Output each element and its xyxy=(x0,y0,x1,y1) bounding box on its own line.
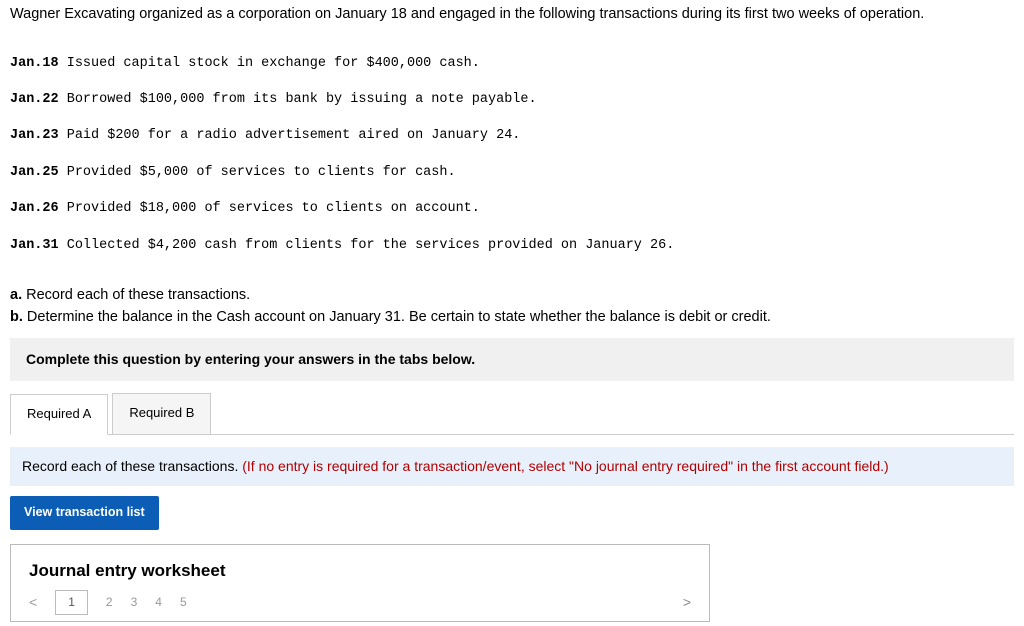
pager-page-3[interactable]: 3 xyxy=(131,594,138,611)
problem-intro: Wagner Excavating organized as a corpora… xyxy=(10,4,1014,24)
answer-panel: Complete this question by entering your … xyxy=(10,338,1014,622)
tx-row: Jan.31 Collected $4,200 cash from client… xyxy=(10,237,1014,255)
req-b-text: Determine the balance in the Cash accoun… xyxy=(27,309,771,325)
tx-date: Jan.23 xyxy=(10,128,59,143)
pager-prev-icon[interactable]: < xyxy=(29,593,37,613)
tabs-row: Required A Required B xyxy=(10,393,1014,434)
tx-date: Jan.18 xyxy=(10,56,59,71)
instruction-note: (If no entry is required for a transacti… xyxy=(242,458,888,474)
requirement-a: a. Record each of these transactions. xyxy=(10,285,1014,305)
tab-required-b[interactable]: Required B xyxy=(112,393,211,433)
worksheet-pager: < 1 2 3 4 5 > xyxy=(29,590,691,615)
tx-row: Jan.18 Issued capital stock in exchange … xyxy=(10,55,1014,73)
tab-required-a[interactable]: Required A xyxy=(10,394,108,434)
tx-row: Jan.26 Provided $18,000 of services to c… xyxy=(10,200,1014,218)
tx-text: Collected $4,200 cash from clients for t… xyxy=(67,238,675,253)
tx-date: Jan.22 xyxy=(10,92,59,107)
pager-page-2[interactable]: 2 xyxy=(106,594,113,611)
tx-text: Provided $18,000 of services to clients … xyxy=(67,201,480,216)
req-a-label: a. xyxy=(10,287,22,303)
pager-page-4[interactable]: 4 xyxy=(155,594,162,611)
tx-text: Issued capital stock in exchange for $40… xyxy=(67,56,480,71)
tx-date: Jan.25 xyxy=(10,165,59,180)
panel-prompt: Complete this question by entering your … xyxy=(10,338,1014,382)
instruction-plain: Record each of these transactions. xyxy=(22,458,242,474)
tx-text: Paid $200 for a radio advertisement aire… xyxy=(67,128,521,143)
pager-page-5[interactable]: 5 xyxy=(180,594,187,611)
req-b-label: b. xyxy=(10,309,23,325)
requirement-b: b. Determine the balance in the Cash acc… xyxy=(10,307,1014,327)
pager-next-icon[interactable]: > xyxy=(683,593,691,613)
tx-row: Jan.22 Borrowed $100,000 from its bank b… xyxy=(10,91,1014,109)
tx-date: Jan.31 xyxy=(10,238,59,253)
tx-date: Jan.26 xyxy=(10,201,59,216)
worksheet-title: Journal entry worksheet xyxy=(29,559,691,583)
tx-row: Jan.23 Paid $200 for a radio advertiseme… xyxy=(10,127,1014,145)
tab-instruction: Record each of these transactions. (If n… xyxy=(10,447,1014,487)
tx-text: Provided $5,000 of services to clients f… xyxy=(67,165,456,180)
tx-row: Jan.25 Provided $5,000 of services to cl… xyxy=(10,164,1014,182)
journal-worksheet: Journal entry worksheet < 1 2 3 4 5 > xyxy=(10,544,710,623)
tx-text: Borrowed $100,000 from its bank by issui… xyxy=(67,92,537,107)
view-transaction-list-button[interactable]: View transaction list xyxy=(10,496,159,530)
pager-page-1[interactable]: 1 xyxy=(55,590,88,615)
transaction-list: Jan.18 Issued capital stock in exchange … xyxy=(10,36,1014,273)
req-a-text: Record each of these transactions. xyxy=(26,287,250,303)
